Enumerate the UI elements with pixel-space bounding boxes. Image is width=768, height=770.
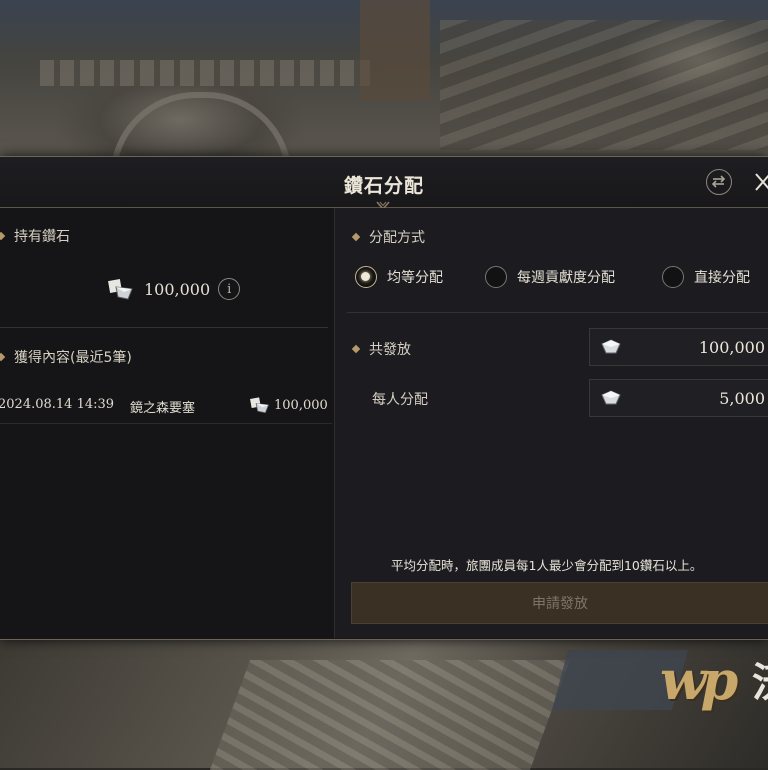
background-scene-top [0,0,768,178]
per-person-label: 每人分配 [372,392,428,408]
apply-distribution-button[interactable]: 申請發放 [351,582,768,624]
right-column: 分配方式 均等分配 每週貢獻度分配 直接分配 共發放 100,000 每人分配 [335,208,768,638]
record-place: 鏡之森要塞 [130,401,196,416]
radio-equal-distribution[interactable]: 均等分配 [355,266,443,288]
background-bridge [209,660,571,770]
per-person-amount-field[interactable]: 5,000 [589,379,768,417]
total-section-header: 共發放 [351,339,411,359]
diamond-distribution-dialog: 鑽石分配 持有鑽石 100,000 i 獲得內容(最近5筆) 2024.08.1… [0,156,768,640]
background-roofs [440,20,768,150]
distribution-notice: 平均分配時，旅團成員每1人最少會分配到10鑽石以上。 [391,558,703,573]
right-divider [347,312,768,313]
radio-label: 均等分配 [387,270,443,286]
radio-weekly-contribution[interactable]: 每週貢獻度分配 [485,266,615,288]
swap-button[interactable] [706,169,732,195]
history-section-header: 獲得內容(最近5筆) [0,347,132,367]
watermark-logo: wp 沃 [660,648,768,712]
total-amount-field[interactable]: 100,000 [589,328,768,366]
bullet-diamond-icon [351,344,361,354]
holdings-amount: 100,000 i [108,276,241,302]
left-divider [0,327,328,328]
background-wall [40,60,370,86]
diamond-gem-icon [108,279,133,300]
method-label: 分配方式 [369,230,425,246]
swap-icon [711,175,726,188]
total-label: 共發放 [369,342,411,358]
radio-unselected-icon [485,266,507,288]
left-column: 持有鑽石 100,000 i 獲得內容(最近5筆) 2024.08.14 14:… [0,208,335,638]
background-hud [30,20,33,31]
record-amount-value: 100,000 [274,397,328,413]
close-button[interactable] [752,169,768,195]
close-icon [755,173,768,191]
method-section-header: 分配方式 [351,227,425,247]
holdings-label: 持有鑽石 [14,229,70,245]
bullet-diamond-icon [351,232,361,242]
dialog-title: 鑽石分配 [343,175,424,197]
info-icon[interactable]: i [218,278,241,300]
total-amount-value: 100,000 [698,337,765,357]
radio-unselected-icon [662,266,684,288]
radio-selected-icon [355,266,377,288]
diamond-gem-icon [250,397,270,414]
history-record-row: 2024.08.14 14:39 鏡之森要塞 100,000 [0,391,332,424]
diamond-gem-icon [601,390,621,405]
diamond-gem-icon [601,339,621,354]
per-person-amount-value: 5,000 [719,388,765,408]
radio-direct-distribution[interactable]: 直接分配 [662,266,750,288]
radio-label: 直接分配 [694,270,750,286]
holdings-section-header: 持有鑽石 [0,226,70,246]
record-date: 2024.08.14 14:39 [0,397,115,412]
holdings-value: 100,000 [144,279,211,299]
background-tower [360,0,430,100]
background-scene-bottom: wp 沃 [0,640,768,770]
bullet-diamond-icon [0,231,6,241]
bullet-diamond-icon [0,352,6,362]
radio-label: 每週貢獻度分配 [517,270,615,286]
dialog-titlebar: 鑽石分配 [0,157,768,211]
record-amount: 100,000 [250,395,328,415]
history-label: 獲得內容(最近5筆) [14,350,132,366]
